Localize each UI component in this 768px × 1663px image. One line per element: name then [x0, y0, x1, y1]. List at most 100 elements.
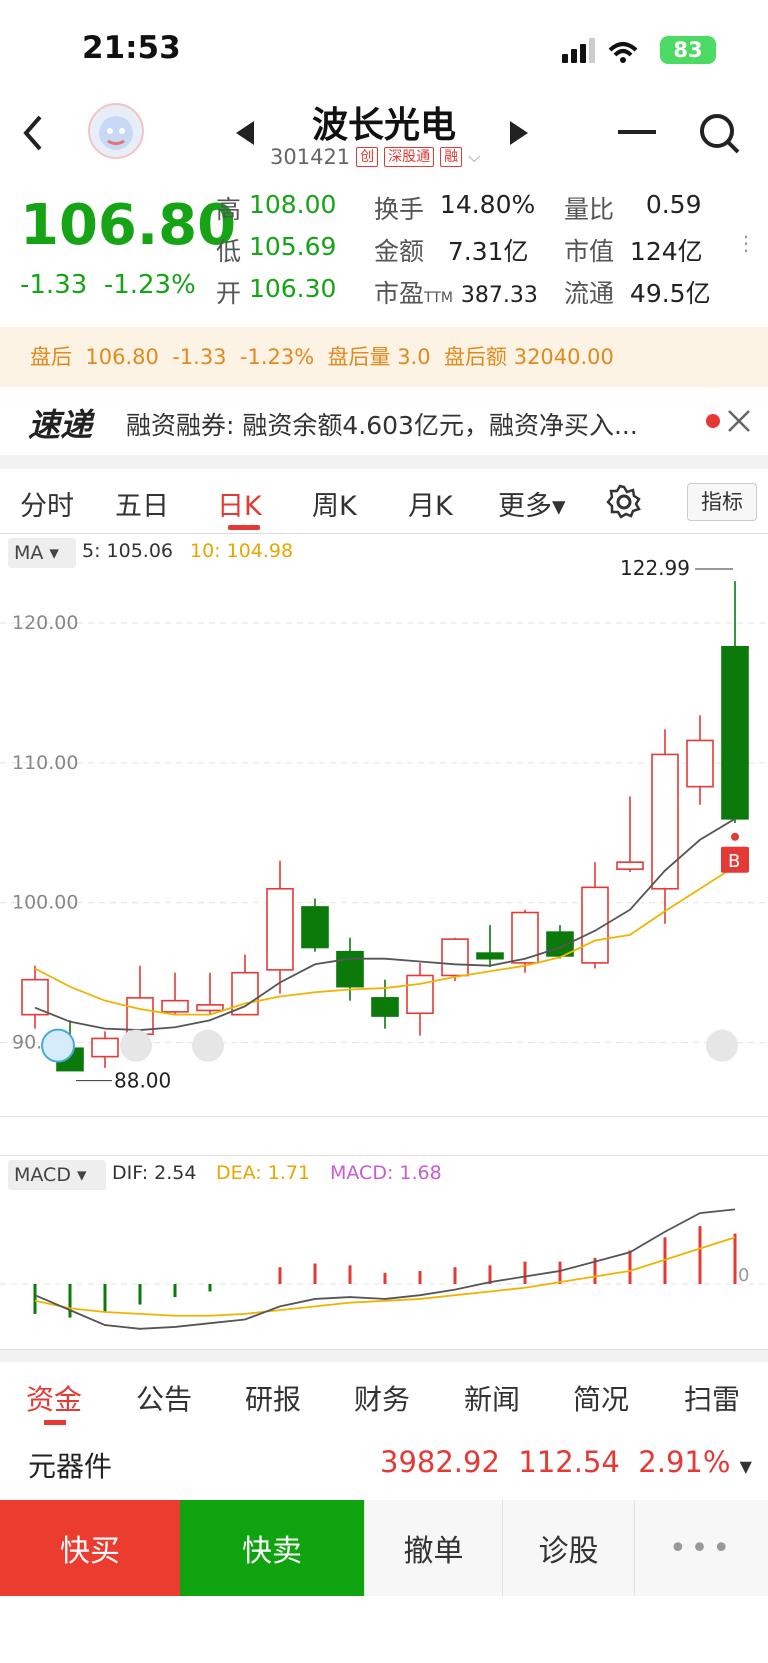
candle-body	[266, 887, 294, 971]
pe-sublabel: TTM	[424, 290, 453, 306]
y-tick-label: 110.00	[12, 752, 78, 774]
tab-finance[interactable]: 财务	[354, 1378, 410, 1418]
change-percent: -1.23%	[103, 270, 196, 300]
open-label: 开	[216, 279, 242, 308]
amount-label: 金额	[374, 237, 425, 266]
news-logo: 速递	[28, 406, 93, 444]
float-label: 流通	[564, 279, 615, 308]
max-price-label: 122.99	[620, 556, 690, 580]
tab-five-day[interactable]: 五日	[115, 484, 169, 523]
candle-body	[91, 1037, 119, 1058]
candle-body	[441, 938, 469, 977]
y-tick-label: 100.00	[12, 892, 78, 914]
candle-body	[651, 753, 679, 890]
afterhours-vol-label: 盘后量	[327, 345, 391, 369]
news-unread-dot	[706, 414, 720, 428]
macd-chart[interactable]	[0, 1155, 768, 1350]
high-label: 高	[216, 195, 242, 224]
stock-code: 301421	[270, 145, 351, 169]
afterhours-bar: 盘后 106.80 -1.33 -1.23% 盘后量 3.0 盘后额 32040…	[0, 327, 768, 387]
tab-news[interactable]: 新闻	[464, 1378, 520, 1418]
status-time: 21:53	[82, 30, 181, 66]
tag-rong: 融	[440, 147, 463, 167]
tab-underline	[228, 525, 260, 530]
tab-profile[interactable]: 简况	[573, 1378, 629, 1418]
current-price: 106.80	[20, 193, 237, 258]
next-stock-icon[interactable]	[506, 118, 532, 152]
min-price-label: 88.00	[114, 1069, 171, 1093]
quick-buy-button[interactable]: 快买	[0, 1500, 180, 1596]
tab-weekly-k[interactable]: 周K	[312, 484, 357, 523]
candle-body	[476, 952, 504, 960]
caret-down-icon[interactable]: ▼	[740, 1457, 752, 1476]
battery-indicator: 83	[660, 36, 716, 64]
tab-funds[interactable]: 资金	[26, 1378, 82, 1418]
float-value: 49.5亿	[629, 279, 711, 308]
kline-chart[interactable]: 120.00110.00100.0090.00122.9988.00B	[0, 533, 768, 1117]
high-value: 108.00	[248, 190, 337, 219]
pe-value: 387.33	[460, 283, 538, 308]
macd-zero-label: 0	[738, 1265, 750, 1286]
gear-icon[interactable]	[606, 484, 642, 524]
buy-marker-dot	[731, 832, 739, 841]
tab-more[interactable]: 更多▾	[498, 484, 566, 523]
more-actions-button[interactable]: •••	[634, 1500, 768, 1596]
turnover-value: 14.80%	[439, 190, 536, 219]
fullscreen-icon	[706, 1029, 738, 1062]
tab-daily-k[interactable]: 日K	[217, 484, 262, 523]
afterhours-change: -1.33	[172, 345, 227, 369]
chevron-down-icon: ⌵	[468, 147, 481, 166]
low-value: 105.69	[248, 232, 337, 261]
candle-body	[336, 950, 364, 988]
tag-chuang: 创	[356, 147, 379, 167]
quick-sell-button[interactable]: 快卖	[180, 1500, 364, 1596]
stock-code-row[interactable]: 301421 创 深股通 融 ⌵	[270, 145, 480, 169]
afterhours-amt-label: 盘后额	[444, 345, 508, 369]
tab-intraday[interactable]: 分时	[20, 484, 74, 523]
zoom-in-icon	[192, 1029, 224, 1062]
sector-change: 112.54	[518, 1445, 620, 1479]
candle-body	[301, 906, 329, 949]
tab-monthly-k[interactable]: 月K	[408, 484, 453, 523]
search-icon[interactable]	[698, 112, 742, 160]
mcap-value: 124亿	[629, 237, 703, 266]
low-label: 低	[216, 237, 242, 266]
candle-body	[371, 997, 399, 1017]
tab-announcements[interactable]: 公告	[136, 1378, 192, 1418]
open-value: 106.30	[248, 274, 337, 303]
sector-values: 3982.92 112.54 2.91% ▼	[380, 1445, 752, 1479]
divider	[0, 455, 768, 469]
afterhours-amt: 32040.00	[513, 345, 614, 369]
signal-wifi-icons	[560, 36, 650, 68]
candle-body	[161, 999, 189, 1013]
divider	[0, 1350, 768, 1362]
candle-body	[231, 971, 259, 1016]
tab-risk-scan[interactable]: 扫雷	[684, 1378, 740, 1418]
price-change: -1.33 -1.23%	[20, 270, 196, 300]
tab-research[interactable]: 研报	[245, 1378, 301, 1418]
amount-value: 7.31亿	[447, 237, 529, 266]
y-tick-label: 120.00	[12, 612, 78, 634]
candle-body	[21, 978, 49, 1016]
diagnose-button[interactable]: 诊股	[502, 1500, 634, 1596]
sector-name: 元器件	[28, 1450, 113, 1483]
action-bar: 快买 快卖 撤单 诊股 •••	[0, 1500, 768, 1596]
afterhours-vol: 3.0	[397, 345, 431, 369]
turnover-label: 换手	[374, 195, 425, 224]
k-toggle-icon	[41, 1028, 75, 1063]
candle-body	[196, 1004, 224, 1012]
stock-name: 波长光电	[311, 105, 456, 146]
news-ticker[interactable]: 融资融券: 融资余额4.603亿元，融资净买入...	[126, 406, 638, 442]
bottom-tab-underline	[44, 1420, 66, 1425]
minimize-icon[interactable]	[618, 130, 656, 134]
sector-pct: 2.91%	[638, 1445, 731, 1479]
more-dots-icon[interactable]: ⋮	[736, 233, 756, 253]
zoom-out-icon	[120, 1029, 152, 1062]
cancel-order-button[interactable]: 撤单	[364, 1500, 502, 1596]
close-icon[interactable]	[726, 408, 752, 438]
tag-shengutong: 深股通	[384, 147, 435, 167]
candle-body	[616, 861, 644, 870]
afterhours-pct: -1.23%	[239, 345, 315, 369]
afterhours-label: 盘后	[30, 345, 72, 369]
indicator-button[interactable]: 指标	[687, 483, 757, 521]
